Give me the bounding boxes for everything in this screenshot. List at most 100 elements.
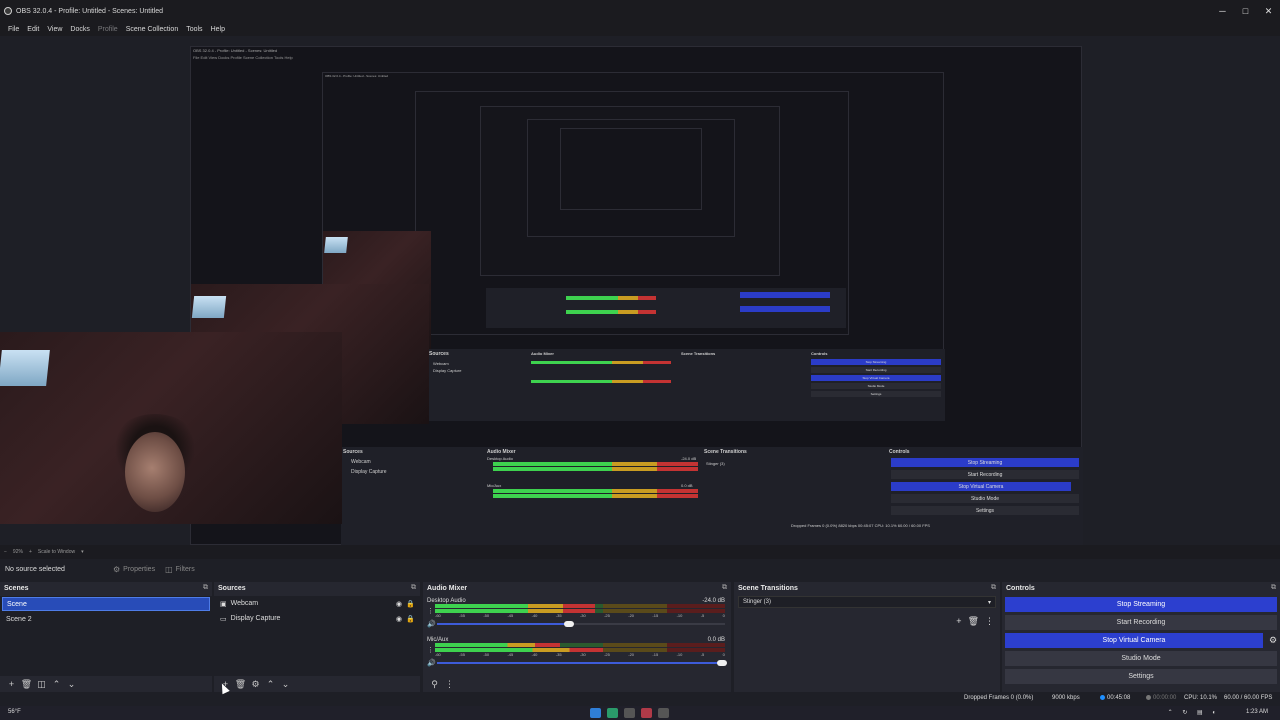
start-recording-button[interactable]: Start Recording bbox=[1005, 615, 1277, 630]
zoom-out-button[interactable]: − bbox=[4, 549, 7, 555]
properties-button[interactable]: ⚙ Properties bbox=[113, 565, 155, 574]
nested-studio-mode: Studio Mode bbox=[891, 494, 1079, 503]
add-transition-button[interactable]: + bbox=[956, 616, 961, 627]
close-button[interactable]: ✕ bbox=[1257, 0, 1280, 22]
visibility-eye-icon[interactable]: ◉ bbox=[396, 600, 402, 608]
source-item[interactable]: ▭ Display Capture ◉ 🔒 bbox=[214, 611, 420, 626]
app-icon[interactable] bbox=[624, 708, 635, 718]
sources-dock-header: Sources ⧉ bbox=[214, 582, 420, 594]
speaker-icon[interactable]: 🔊 bbox=[427, 659, 436, 667]
meter-tick-label: -60 bbox=[435, 652, 441, 657]
studio-mode-button[interactable]: Studio Mode bbox=[1005, 651, 1277, 666]
nested-controls-header-2: Controls bbox=[811, 351, 828, 356]
speaker-icon[interactable]: 🔊 bbox=[427, 620, 436, 628]
meter-tick-label: 0 bbox=[722, 652, 725, 657]
weather-widget[interactable]: 56°F bbox=[8, 709, 21, 715]
nested-transitions-header: Scene Transitions bbox=[704, 449, 747, 455]
sources-header: Sources bbox=[218, 584, 246, 592]
nested-sources-header-2: Sources bbox=[429, 351, 449, 357]
source-properties-button[interactable]: ⚙ bbox=[248, 679, 263, 690]
menu-edit[interactable]: Edit bbox=[23, 26, 43, 33]
menu-file[interactable]: File bbox=[4, 26, 23, 33]
move-down-button[interactable]: ⌄ bbox=[64, 679, 79, 690]
menu-docks[interactable]: Docks bbox=[66, 26, 93, 33]
preview-canvas[interactable]: OBS 32.0.4 - Profile: Untitled - Scenes:… bbox=[0, 36, 1280, 545]
scene-filters-button[interactable]: ◫ bbox=[34, 679, 49, 690]
stop-streaming-button[interactable]: Stop Streaming bbox=[1005, 597, 1277, 612]
remove-scene-button[interactable]: 🗑 bbox=[19, 679, 34, 690]
visibility-eye-icon[interactable]: ◉ bbox=[396, 615, 402, 623]
nested-stop-streaming-2: Stop Streaming bbox=[811, 359, 941, 365]
nested-source-display-capture: Display Capture bbox=[351, 469, 387, 475]
menu-scene-collection[interactable]: Scene Collection bbox=[122, 26, 183, 33]
start-icon[interactable] bbox=[590, 708, 601, 718]
gear-icon[interactable]: ⚙ bbox=[1266, 635, 1280, 646]
taskbar-clock[interactable]: 1:23 AM bbox=[1246, 709, 1268, 715]
volume-knob[interactable] bbox=[717, 660, 727, 666]
dock-float-icon[interactable]: ⧉ bbox=[991, 584, 996, 592]
scene-label: Scene bbox=[7, 600, 27, 608]
controls-dock: Controls ⧉ Stop Streaming Start Recordin… bbox=[1002, 582, 1280, 692]
nested-meter bbox=[493, 489, 698, 493]
menu-profile[interactable]: Profile bbox=[94, 26, 122, 33]
nested-transition-select: Stinger (3) bbox=[706, 461, 725, 466]
scene-item[interactable]: Scene bbox=[2, 597, 210, 611]
zoom-in-button[interactable]: + bbox=[29, 549, 32, 555]
maximize-button[interactable]: □ bbox=[1234, 0, 1257, 22]
zoom-dropdown-icon[interactable]: ▾ bbox=[81, 549, 84, 555]
rec-indicator: 00:00:00 bbox=[1146, 695, 1176, 701]
settings-button[interactable]: Settings bbox=[1005, 669, 1277, 684]
nested-start-recording: Start Recording bbox=[891, 470, 1079, 479]
minimize-button[interactable]: ─ bbox=[1211, 0, 1234, 22]
menu-view[interactable]: View bbox=[43, 26, 66, 33]
volume-knob[interactable] bbox=[564, 621, 575, 627]
move-up-button[interactable]: ⌃ bbox=[49, 679, 64, 690]
volume-fill bbox=[437, 662, 725, 664]
system-tray[interactable]: ⌃ ↻ ▤ ◐ bbox=[1168, 709, 1220, 716]
virtual-camera-row: Stop Virtual Camera ⚙ bbox=[1002, 630, 1280, 648]
meter-tick-label: -15 bbox=[652, 613, 659, 618]
obs-taskbar-icon[interactable] bbox=[641, 708, 652, 718]
menu-tools[interactable]: Tools bbox=[182, 26, 206, 33]
menu-help[interactable]: Help bbox=[207, 26, 229, 33]
filter-icon: ◫ bbox=[165, 564, 173, 574]
meter-tick-label: -20 bbox=[628, 613, 635, 618]
dock-float-icon[interactable]: ⧉ bbox=[203, 584, 208, 592]
remove-source-button[interactable]: 🗑 bbox=[233, 679, 248, 690]
remove-transition-button[interactable]: 🗑 bbox=[968, 616, 979, 627]
transition-select[interactable]: Stinger (3) ▾ bbox=[738, 596, 996, 608]
lock-icon[interactable]: 🔒 bbox=[406, 600, 415, 608]
source-item[interactable]: ▣ Webcam ◉ 🔒 bbox=[214, 596, 420, 611]
mixer-channels: Desktop Audio -24.0 dB ⋮ -60 -55 -50 -45 -40… bbox=[423, 596, 731, 676]
mixer-menu-icon[interactable]: ⋮ bbox=[442, 679, 457, 690]
dropped-frames: Dropped Frames 0 (0.0%) bbox=[964, 695, 1034, 701]
dock-float-icon[interactable]: ⧉ bbox=[1271, 584, 1276, 592]
meter-tick-label: -50 bbox=[483, 652, 490, 657]
channel-menu-icon[interactable]: ⋮ bbox=[427, 607, 434, 615]
scene-item[interactable]: Scene 2 bbox=[2, 612, 210, 626]
scale-to-window[interactable]: Scale to Window bbox=[38, 549, 75, 555]
nested-stop-streaming: Stop Streaming bbox=[891, 458, 1079, 467]
advanced-audio-icon[interactable]: ⚲ bbox=[427, 679, 442, 690]
app-icon[interactable] bbox=[658, 708, 669, 718]
webcam-feed bbox=[0, 332, 342, 524]
nested-controls-header: Controls bbox=[889, 449, 910, 455]
add-scene-button[interactable]: + bbox=[4, 679, 19, 689]
level-meter-fill bbox=[435, 604, 595, 608]
nested-mixer-ch2-db: 0.0 dB bbox=[681, 483, 693, 488]
volume-slider[interactable] bbox=[437, 621, 725, 627]
dock-float-icon[interactable]: ⧉ bbox=[722, 584, 727, 592]
lock-icon[interactable]: 🔒 bbox=[406, 615, 415, 623]
dock-float-icon[interactable]: ⧉ bbox=[411, 584, 416, 592]
transition-menu-icon[interactable]: ⋮ bbox=[985, 616, 994, 627]
volume-slider[interactable] bbox=[437, 660, 727, 666]
stop-virtual-camera-button[interactable]: Stop Virtual Camera bbox=[1005, 633, 1263, 648]
nested-meter bbox=[531, 380, 671, 383]
move-down-button[interactable]: ⌄ bbox=[278, 679, 293, 690]
nested-menu-bar: File Edit View Docks Profile Scene Colle… bbox=[193, 55, 293, 60]
browser-icon[interactable] bbox=[607, 708, 618, 718]
nested-source-webcam: Webcam bbox=[351, 459, 371, 465]
channel-menu-icon[interactable]: ⋮ bbox=[427, 646, 434, 654]
filters-button[interactable]: ◫ Filters bbox=[165, 565, 195, 574]
move-up-button[interactable]: ⌃ bbox=[263, 679, 278, 690]
